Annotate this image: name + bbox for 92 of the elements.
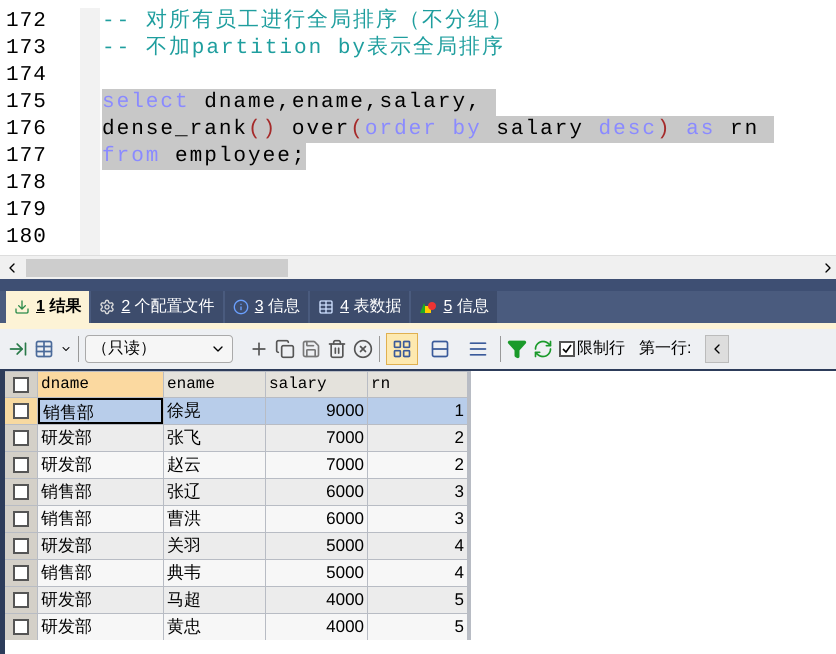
- info-icon: [232, 299, 249, 315]
- limit-rows-label: 限制行: [577, 338, 625, 359]
- line-number: 175: [5, 90, 47, 116]
- table-cell: 研发部: [38, 533, 163, 559]
- filter-icon[interactable]: [507, 339, 527, 359]
- row-checkbox[interactable]: [13, 592, 29, 608]
- table-cell: 5000: [266, 560, 367, 586]
- view-mode-button[interactable]: [386, 333, 418, 365]
- table-cell: 7000: [266, 425, 367, 451]
- table-cell: 黄忠: [164, 614, 265, 640]
- table-cell: 徐晃: [164, 398, 265, 424]
- result-tab[interactable]: 3 信息: [224, 291, 308, 323]
- column-header[interactable]: dname: [38, 372, 163, 397]
- column-header[interactable]: salary: [266, 372, 367, 397]
- table-cell: 张辽: [164, 479, 265, 505]
- code-line: from employee;: [102, 144, 306, 170]
- row-checkbox[interactable]: [13, 403, 29, 419]
- checkmark-icon: [562, 344, 572, 354]
- line-number: 179: [5, 198, 47, 224]
- result-tab[interactable]: 4 表数据: [310, 291, 410, 323]
- line-number: 178: [5, 171, 47, 197]
- line-number: 173: [5, 36, 47, 62]
- table-cell: 4: [368, 533, 467, 559]
- line-number: 180: [5, 225, 47, 251]
- line-number: 174: [5, 63, 47, 89]
- table-cell: 销售部: [38, 506, 163, 532]
- previous-button[interactable]: [705, 335, 730, 363]
- table-cell: 研发部: [38, 587, 163, 613]
- column-header[interactable]: rn: [368, 372, 467, 397]
- scrollbar-thumb[interactable]: [26, 258, 288, 276]
- table-cell: 3: [368, 506, 467, 532]
- table-cell: 2: [368, 452, 467, 478]
- table-cell: 研发部: [38, 614, 163, 640]
- table-cell: 马超: [164, 587, 265, 613]
- table-cell: 销售部: [38, 479, 163, 505]
- row-checkbox[interactable]: [13, 511, 29, 527]
- form-view-icon: [430, 339, 450, 359]
- table-cell: 销售部: [38, 560, 163, 586]
- column-header[interactable]: ename: [164, 372, 265, 397]
- delete-icon[interactable]: [327, 339, 347, 359]
- code-line: -- 对所有员工进行全局排序（不分组）: [102, 8, 514, 35]
- table-cell: 3: [368, 479, 467, 505]
- download-icon: [14, 299, 30, 315]
- horizontal-scrollbar[interactable]: [0, 255, 836, 279]
- refresh-icon[interactable]: [533, 339, 553, 359]
- code-line: select dname,ename,salary,: [102, 90, 483, 116]
- duplicate-icon[interactable]: [275, 339, 295, 359]
- table-cell: 5000: [266, 533, 367, 559]
- row-checkbox[interactable]: [13, 565, 29, 581]
- grid-view-icon: [392, 339, 412, 359]
- table-cell: 研发部: [38, 452, 163, 478]
- gear-icon: [99, 299, 116, 315]
- result-tab[interactable]: 1 结果: [6, 291, 90, 323]
- table-cell: 张飞: [164, 425, 265, 451]
- table-cell: 4: [368, 560, 467, 586]
- export-icon[interactable]: [34, 339, 54, 359]
- table-cell: 4000: [266, 587, 367, 613]
- table-cell: 7000: [266, 452, 367, 478]
- shapes-icon: [419, 300, 438, 314]
- table-cell: 5: [368, 587, 467, 613]
- table-cell: 6000: [266, 506, 367, 532]
- mode-dropdown[interactable]: （只读）: [85, 335, 233, 363]
- table-cell: 2: [368, 425, 467, 451]
- table-cell: 曹洪: [164, 506, 265, 532]
- table-cell: 5: [368, 614, 467, 640]
- table-cell: 9000: [266, 398, 367, 424]
- table-cell: 1: [368, 398, 467, 424]
- line-number: 176: [5, 117, 47, 143]
- result-tab[interactable]: 2 个配置文件: [91, 291, 223, 323]
- table-cell: 赵云: [164, 452, 265, 478]
- line-number: 172: [5, 9, 47, 35]
- line-number: 177: [5, 144, 47, 170]
- save-icon[interactable]: [301, 339, 321, 359]
- code-line: -- 不加partition by表示全局排序: [102, 35, 506, 62]
- table-icon: [318, 299, 334, 315]
- row-checkbox[interactable]: [13, 619, 29, 635]
- code-line: dense_rank() over(order by salary desc) as rn: [102, 117, 760, 143]
- row-checkbox[interactable]: [13, 484, 29, 500]
- table-cell: 研发部: [38, 425, 163, 451]
- row-checkbox[interactable]: [13, 457, 29, 473]
- limit-rows-checkbox[interactable]: [559, 341, 575, 357]
- row-checkbox[interactable]: [13, 430, 29, 446]
- select-all-checkbox[interactable]: [13, 376, 29, 392]
- table-cell: 关羽: [164, 533, 265, 559]
- table-cell: 销售部: [38, 398, 163, 424]
- cancel-icon[interactable]: [353, 339, 373, 359]
- table-cell: 4000: [266, 614, 367, 640]
- table-cell: 6000: [266, 479, 367, 505]
- table-cell: 典韦: [164, 560, 265, 586]
- first-row-label: 第一行:: [639, 339, 692, 359]
- result-tab[interactable]: 5 信息: [411, 291, 497, 323]
- row-checkbox[interactable]: [13, 538, 29, 554]
